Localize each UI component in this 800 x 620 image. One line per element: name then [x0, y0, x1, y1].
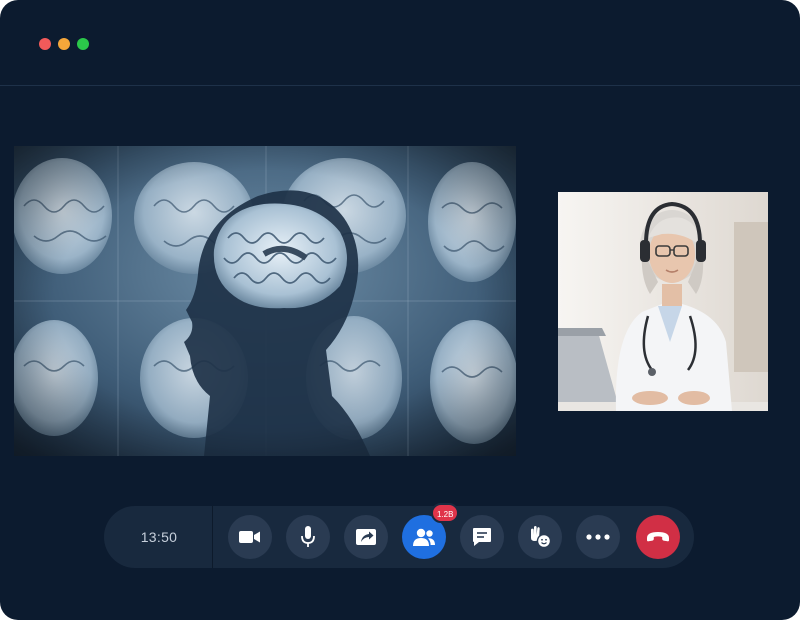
chat-icon: [473, 528, 491, 546]
hang-up-button[interactable]: [636, 515, 680, 559]
share-screen-button[interactable]: [344, 515, 388, 559]
call-control-bar: 13:50 1.2B: [104, 503, 694, 568]
more-options-button[interactable]: [576, 515, 620, 559]
minimize-window-dot[interactable]: [58, 38, 70, 50]
reactions-button[interactable]: [518, 515, 562, 559]
participant-video-tile[interactable]: [558, 192, 768, 411]
shared-screen-mri-scans: [14, 146, 516, 456]
participants-count-badge: 1.2B: [431, 503, 460, 523]
more-dots-icon: [586, 534, 610, 540]
close-window-dot[interactable]: [39, 38, 51, 50]
participant-video-feed: [558, 192, 768, 411]
camera-button[interactable]: [228, 515, 272, 559]
microphone-icon: [301, 526, 315, 547]
people-icon: [413, 528, 435, 546]
title-bar: [0, 0, 800, 86]
call-timer: 13:50: [140, 529, 178, 545]
maximize-window-dot[interactable]: [77, 38, 89, 50]
mri-scan-image: [14, 146, 516, 456]
microphone-button[interactable]: [286, 515, 330, 559]
raise-hand-emoji-icon: [531, 526, 552, 549]
video-camera-icon: [239, 531, 260, 543]
control-bar-divider: [212, 506, 213, 568]
share-screen-icon: [356, 529, 376, 545]
video-call-window: 13:50 1.2B: [0, 0, 800, 620]
phone-hangup-icon: [647, 532, 669, 542]
chat-button[interactable]: [460, 515, 504, 559]
